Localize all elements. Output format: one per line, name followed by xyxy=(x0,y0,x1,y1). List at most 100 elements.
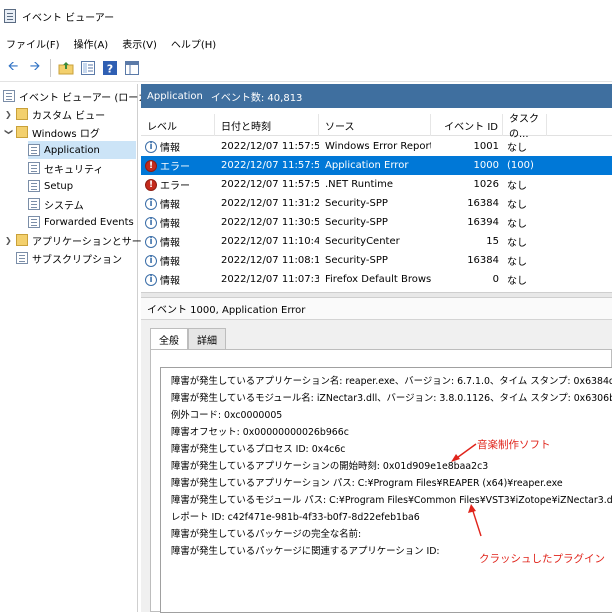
table-row[interactable]: i 情報 2022/12/07 11:57:58 Windows Error Repo… xyxy=(141,137,612,156)
title-bar: イベント ビューアー xyxy=(0,0,612,32)
cell-text: なし xyxy=(507,257,527,268)
table-row[interactable]: i 情報 2022/12/07 11:08:14 Security-SPP 16384 な… xyxy=(141,251,612,270)
column-header-event-id[interactable]: イベント ID xyxy=(431,114,503,136)
tree-log-label: Application xyxy=(44,144,100,156)
cell-datetime: 2022/12/07 11:57:54 xyxy=(221,175,319,194)
tree-subscriptions[interactable]: サブスクリプション xyxy=(16,249,122,267)
help-icon[interactable]: ? xyxy=(101,59,119,77)
info-icon: i xyxy=(145,216,157,229)
tree-log-application[interactable]: Application xyxy=(28,141,136,159)
tree-custom-views[interactable]: ❯ カスタム ビュー xyxy=(5,105,105,123)
info-icon: i xyxy=(145,235,157,248)
tab-details[interactable]: 詳細 xyxy=(188,328,226,350)
table-header: レベル 日付と時刻 ソース イベント ID タスクの... xyxy=(141,114,612,140)
chevron-right-icon[interactable]: ❯ xyxy=(5,236,13,245)
detail-tabs: 全般 詳細 xyxy=(150,328,226,350)
cell-text: なし xyxy=(507,200,527,211)
column-header-label: 日付と時刻 xyxy=(221,121,271,133)
general-tab-panel: 障害が発生しているアプリケーション名: reaper.exe、バージョン: 6.… xyxy=(150,349,612,613)
cell-id: 16384 xyxy=(431,251,499,270)
cell-text: なし xyxy=(507,238,527,249)
description-line: 障害が発生しているパッケージの完全な名前: xyxy=(171,529,362,540)
cell-datetime: 2022/12/07 11:31:23 xyxy=(221,194,319,213)
cell-text: 2022/12/07 11:57:58 xyxy=(221,141,319,152)
event-description[interactable]: 障害が発生しているアプリケーション名: reaper.exe、バージョン: 6.… xyxy=(160,367,612,613)
tree-log-security[interactable]: セキュリティ xyxy=(28,159,103,177)
cell-datetime: 2022/12/07 11:07:38 xyxy=(221,270,319,289)
chevron-right-icon[interactable]: ❯ xyxy=(5,110,13,119)
table-row[interactable]: i 情報 2022/12/07 11:10:41 SecurityCenter 15 なし xyxy=(141,232,612,251)
annotation-music-software: 音楽制作ソフト xyxy=(477,439,551,451)
cell-text: 16384 xyxy=(467,255,499,266)
cell-text: 情報 xyxy=(160,276,180,287)
cell-task: なし xyxy=(507,137,547,156)
description-line: 例外コード: 0xc0000005 xyxy=(171,410,283,421)
cell-id: 1000 xyxy=(431,156,499,175)
cell-text: Security-SPP xyxy=(325,198,388,209)
column-header-task[interactable]: タスクの... xyxy=(503,114,547,140)
table-row[interactable]: ! エラー 2022/12/07 11:57:54 Application Error… xyxy=(141,156,612,175)
chevron-down-icon[interactable]: ❯ xyxy=(5,128,14,136)
info-icon: i xyxy=(145,140,157,153)
table-row[interactable]: i 情報 2022/12/07 11:30:53 Security-SPP 16394 な… xyxy=(141,213,612,232)
detail-pane: 全般 詳細 障害が発生しているアプリケーション名: reaper.exe、バージ… xyxy=(141,320,612,613)
cell-datetime: 2022/12/07 11:30:53 xyxy=(221,213,319,232)
tree-root[interactable]: イベント ビューアー (ローカル) xyxy=(3,87,162,105)
cell-level: i 情報 xyxy=(145,270,215,289)
event-viewer-app-icon xyxy=(4,9,16,23)
menu-view[interactable]: 表示(V) xyxy=(122,36,157,51)
cell-text: 2022/12/07 11:10:41 xyxy=(221,236,319,247)
forward-icon[interactable]: 🡪 xyxy=(26,59,44,77)
cell-level: i 情報 xyxy=(145,251,215,270)
tree-log-label: システム xyxy=(44,200,84,212)
cell-task: なし xyxy=(507,270,547,289)
tree-log-setup[interactable]: Setup xyxy=(28,177,73,195)
menu-file[interactable]: ファイル(F) xyxy=(6,36,60,51)
menu-help[interactable]: ヘルプ(H) xyxy=(171,36,216,51)
cell-source: SecurityCenter xyxy=(325,232,431,251)
cell-text: 情報 xyxy=(160,143,180,154)
tree-log-system[interactable]: システム xyxy=(28,195,84,213)
cell-id: 16394 xyxy=(431,213,499,232)
cell-text: 1001 xyxy=(473,141,499,152)
menu-action[interactable]: 操作(A) xyxy=(74,36,109,51)
tab-label: 詳細 xyxy=(197,336,217,347)
cell-text: 情報 xyxy=(160,238,180,249)
error-icon: ! xyxy=(145,159,157,172)
column-header-label: レベル xyxy=(147,121,177,133)
cell-text: 16384 xyxy=(467,198,499,209)
subscription-icon xyxy=(16,252,28,264)
annotation-crashed-plugin: クラッシュしたプラグイン xyxy=(479,553,605,565)
column-header-level[interactable]: レベル xyxy=(141,114,215,136)
up-folder-icon[interactable] xyxy=(57,59,75,77)
column-header-source[interactable]: ソース xyxy=(319,114,431,136)
cell-text: 情報 xyxy=(160,257,180,268)
cell-id: 1026 xyxy=(431,175,499,194)
tree-log-label: Forwarded Events xyxy=(44,216,134,228)
cell-text: 15 xyxy=(486,236,499,247)
tree-windows-logs[interactable]: ❯ Windows ログ xyxy=(5,123,100,141)
tab-general[interactable]: 全般 xyxy=(150,328,188,350)
event-viewer-icon xyxy=(3,90,15,102)
cell-datetime: 2022/12/07 11:08:14 xyxy=(221,251,319,270)
description-line: レポート ID: c42f471e-981b-4f33-b0f7-8d22efe… xyxy=(171,512,420,523)
column-header-label: ソース xyxy=(325,121,355,133)
folder-icon xyxy=(16,234,28,246)
cell-source: Security-SPP xyxy=(325,194,431,213)
column-header-datetime[interactable]: 日付と時刻 xyxy=(215,114,319,136)
properties-icon[interactable] xyxy=(79,59,97,77)
table-row[interactable]: ! エラー 2022/12/07 11:57:54 .NET Runtime 1026 な… xyxy=(141,175,612,194)
cell-task: なし xyxy=(507,251,547,270)
table-row[interactable]: i 情報 2022/12/07 11:31:23 Security-SPP 16384 な… xyxy=(141,194,612,213)
cell-level: ! エラー xyxy=(145,175,215,194)
table-row[interactable]: i 情報 2022/12/07 11:07:38 Firefox Default Br… xyxy=(141,270,612,289)
back-icon[interactable]: 🡨 xyxy=(4,59,22,77)
log-header: Application イベント数: 40,813 xyxy=(141,84,612,108)
column-header-label: イベント ID xyxy=(444,121,498,133)
description-line: 障害が発生しているプロセス ID: 0x4c6c xyxy=(171,444,346,455)
tree-log-forwarded-events[interactable]: Forwarded Events xyxy=(28,213,134,231)
show-pane-icon[interactable] xyxy=(123,59,141,77)
cell-datetime: 2022/12/07 11:57:58 xyxy=(221,137,319,156)
cell-datetime: 2022/12/07 11:10:41 xyxy=(221,232,319,251)
cell-text: 2022/12/07 11:08:14 xyxy=(221,255,319,266)
